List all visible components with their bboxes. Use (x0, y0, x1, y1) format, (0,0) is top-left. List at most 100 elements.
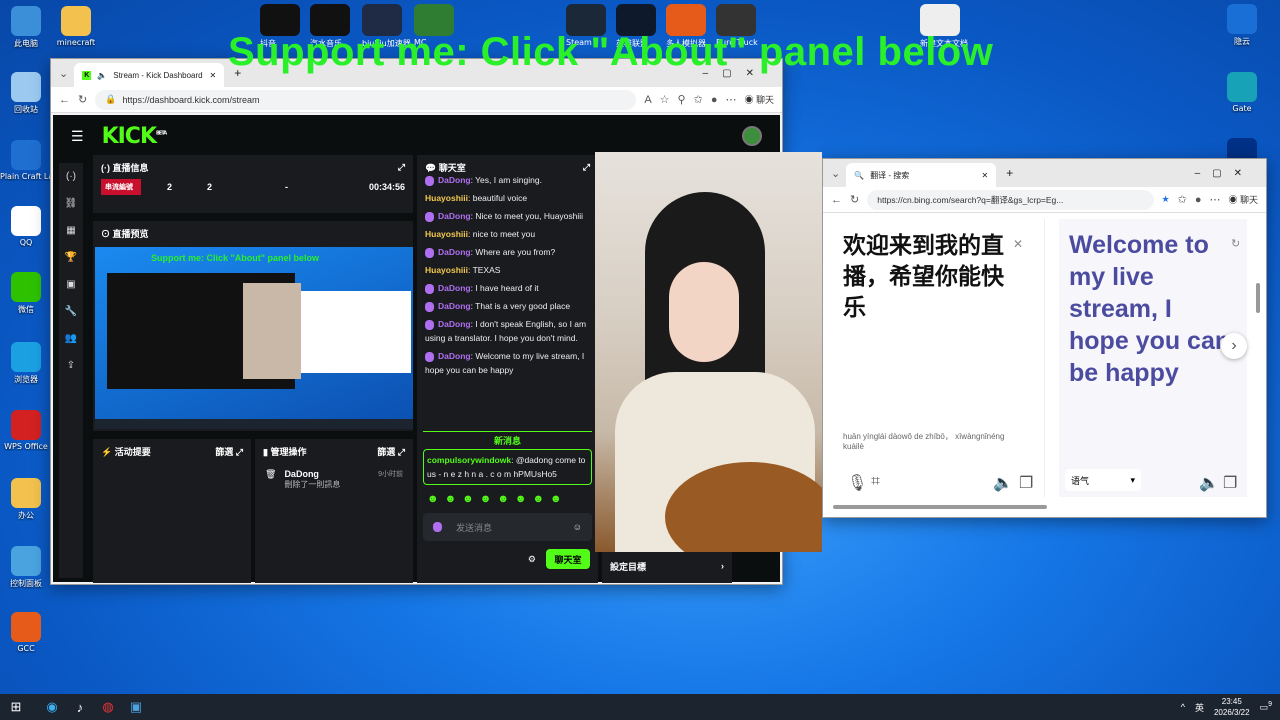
highlighted-message[interactable]: compulsorywindowk: @dadong come to us - … (423, 449, 592, 485)
desktop-icon[interactable]: 隐云 (1216, 4, 1268, 47)
chat-message[interactable]: DaDong: That is a very good place (417, 297, 598, 315)
speaker-icon[interactable]: 🔈 (1199, 473, 1219, 493)
chat-input[interactable]: 发送消息 ☺ (423, 513, 592, 541)
chat-message[interactable]: Huayoshiii: nice to meet you (417, 225, 598, 243)
desktop-icon[interactable]: 此电脑 (0, 6, 52, 49)
source-text[interactable]: 欢迎来到我的直播，希望你能快乐 (843, 231, 1015, 324)
more-icon[interactable]: ⋯ (725, 93, 736, 106)
taskbar-obs-icon[interactable]: ◍ (94, 694, 122, 720)
preview-video[interactable]: Support me: Click "About" panel below (95, 247, 413, 429)
chat-message[interactable]: Huayoshiii: TEXAS (417, 261, 598, 279)
profile-icon[interactable]: ● (711, 94, 718, 106)
desktop-icon[interactable]: GCC (0, 612, 52, 653)
url-field[interactable]: https://cn.bing.com/search?q=翻译&gs_lcrp=… (867, 189, 1154, 210)
chat-message[interactable]: Huayoshiii: beautiful voice (417, 189, 598, 207)
chat-message[interactable]: DaDong: Nice to meet you, Huayoshiii (417, 207, 598, 225)
vertical-scrollbar[interactable] (1256, 283, 1260, 313)
tab-kick-dashboard[interactable]: K 🔈 Stream - Kick Dashboard ✕ (74, 63, 225, 87)
expand-icon[interactable]: ⤢ (236, 447, 243, 457)
upload-icon[interactable]: ⇪ (59, 352, 83, 379)
chat-username[interactable]: DaDong (438, 319, 471, 329)
tone-select[interactable]: 语气 ▾ (1065, 469, 1141, 491)
back-icon[interactable]: ← (831, 194, 842, 206)
desktop-icon[interactable]: 回收站 (0, 72, 52, 115)
chat-username[interactable]: DaDong (438, 301, 471, 311)
desktop-icon[interactable]: Plain Craft Launcher (0, 140, 52, 181)
taskbar-app-icon[interactable]: ▣ (122, 694, 150, 720)
microphone-icon[interactable]: 🎙 (847, 473, 867, 493)
analytics-icon[interactable]: ▦ (59, 217, 83, 244)
chat-username[interactable]: DaDong (438, 283, 471, 293)
favorite-icon[interactable]: ★ (1162, 194, 1170, 205)
desktop-icon[interactable]: WPS Office (0, 410, 52, 451)
horizontal-scrollbar[interactable] (833, 505, 1047, 509)
start-button[interactable]: ⊞ (2, 694, 30, 720)
chat-message[interactable]: DaDong: Where are you from? (417, 243, 598, 261)
emote-icon[interactable]: ☻ (497, 493, 509, 505)
desktop-icon[interactable]: 控制面板 (0, 546, 52, 589)
profile-icon[interactable]: ● (1195, 194, 1202, 206)
expand-icon[interactable]: ⤢ (398, 162, 405, 173)
expand-icon[interactable]: ⤢ (583, 162, 590, 173)
video-icon[interactable]: ▣ (59, 271, 83, 298)
desktop-icon[interactable]: 办公 (0, 478, 52, 521)
trophy-icon[interactable]: 🏆 (59, 244, 83, 271)
chat-username[interactable]: DaDong (438, 211, 471, 221)
refresh-icon[interactable]: ↻ (850, 193, 859, 206)
mod-filter-button[interactable]: 篩選 (377, 447, 395, 457)
desktop-icon[interactable]: Gate (1216, 72, 1268, 113)
camera-icon[interactable]: ⌗ (871, 473, 880, 491)
emote-icon[interactable]: ☻ (515, 493, 527, 505)
chat-username[interactable]: DaDong (438, 247, 471, 257)
next-arrow-button[interactable]: › (1221, 333, 1247, 359)
chat-username[interactable]: Huayoshiii (425, 265, 468, 275)
tab-menu-icon[interactable]: ⌄ (831, 167, 840, 180)
clock[interactable]: 23:45 2026/3/22 (1214, 696, 1250, 718)
kick-logo[interactable]: KICKBETA (102, 124, 168, 149)
url-field[interactable]: 🔒 https://dashboard.kick.com/stream (95, 89, 637, 110)
activity-filter-button[interactable]: 篩選 (215, 447, 233, 457)
speaker-icon[interactable]: 🔈 (993, 473, 1013, 493)
tab-menu-icon[interactable]: ⌄ (59, 67, 68, 80)
user-avatar[interactable] (742, 126, 762, 146)
tray-chevron-icon[interactable]: ^ (1181, 702, 1185, 712)
copilot-chat-button[interactable]: ◉ 聊天 (1228, 193, 1258, 206)
chat-message[interactable]: DaDong: Welcome to my live stream, I hop… (417, 347, 598, 379)
emote-icon[interactable]: ☻ (445, 493, 457, 505)
emote-icon[interactable]: ☻ (532, 493, 544, 505)
copilot-chat-button[interactable]: ◉ 聊天 (744, 93, 774, 106)
hamburger-menu-icon[interactable]: ☰ (71, 128, 84, 145)
window-controls[interactable]: –▢✕ (1195, 168, 1254, 179)
notification-icon[interactable]: ▭9 (1260, 701, 1272, 713)
settings-gear-icon[interactable]: ⚙ (528, 554, 536, 565)
taskbar-edge-icon[interactable]: ◉ (38, 694, 66, 720)
chat-username[interactable]: DaDong (438, 351, 471, 361)
chat-message[interactable]: DaDong: I have heard of it (417, 279, 598, 297)
tab-close-icon[interactable]: ✕ (210, 71, 217, 80)
emote-icon[interactable]: ☻ (550, 493, 562, 505)
emote-icon[interactable]: ☻ (427, 493, 439, 505)
tab-bing-translate[interactable]: 🔍 翻译 - 搜索 ✕ (846, 163, 997, 187)
ime-indicator[interactable]: 英 (1195, 701, 1204, 714)
desktop-icon[interactable]: 微信 (0, 272, 52, 315)
chat-username[interactable]: Huayoshiii (425, 229, 468, 239)
refresh-icon[interactable]: ↻ (78, 93, 87, 106)
collections-icon[interactable]: ✩ (694, 93, 703, 106)
emote-icon[interactable]: ☻ (462, 493, 474, 505)
desktop-icon[interactable]: 浏览器 (0, 342, 52, 385)
tab-close-icon[interactable]: ✕ (982, 171, 989, 180)
chat-username[interactable]: Huayoshiii (425, 193, 468, 203)
tools-icon[interactable]: 🔧 (59, 298, 83, 325)
more-icon[interactable]: ⋯ (1209, 193, 1220, 206)
clear-icon[interactable]: ✕ (1013, 237, 1023, 251)
back-icon[interactable]: ← (59, 94, 70, 106)
new-tab-button[interactable]: + (1006, 166, 1013, 180)
chat-message[interactable]: DaDong: Yes, I am singing. (417, 171, 598, 189)
link-icon[interactable]: ⛓ (59, 190, 83, 217)
copy-icon[interactable]: ❐ (1223, 473, 1237, 493)
chat-message[interactable]: DaDong: I don't speak English, so I am u… (417, 315, 598, 347)
chat-username[interactable]: DaDong (438, 175, 471, 185)
favorite-icon[interactable]: ☆ (660, 93, 670, 106)
collections-icon[interactable]: ✩ (1178, 193, 1187, 206)
extensions-icon[interactable]: ⚲ (678, 93, 686, 106)
